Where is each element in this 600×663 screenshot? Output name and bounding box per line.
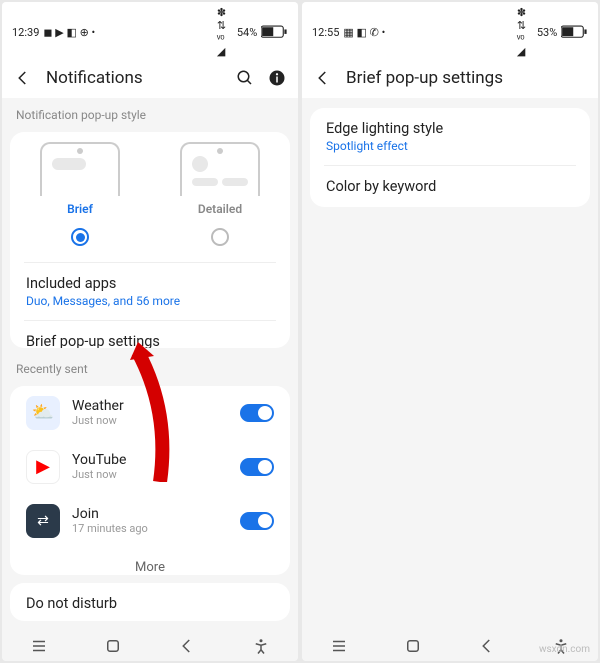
status-time: 12:55 bbox=[312, 26, 339, 39]
recent-apps-card: ⛅ Weather Just now ▶ YouTube Just now ⇄ … bbox=[10, 386, 290, 575]
status-icons-left: ◼ ▶ ◧ ⊕ • bbox=[43, 26, 95, 39]
radio-brief[interactable] bbox=[71, 228, 89, 246]
watermark: wsxdn.com bbox=[539, 644, 590, 655]
status-icons-right: ✽ ⇅ ᵛᵒ ◢ bbox=[517, 6, 533, 58]
dnd-card[interactable]: Do not disturb bbox=[10, 583, 290, 621]
app-name: Join bbox=[72, 506, 228, 522]
header: Brief pop-up settings bbox=[302, 60, 598, 98]
app-time: Just now bbox=[72, 414, 228, 427]
join-app-icon: ⇄ bbox=[26, 504, 60, 538]
included-apps-sub: Duo, Messages, and 56 more bbox=[26, 294, 274, 308]
status-bar: 12:55 ▦ ◧ ✆ • ✽ ⇅ ᵛᵒ ◢ 53% bbox=[302, 2, 598, 60]
section-label: Notification pop-up style bbox=[2, 98, 298, 128]
more-button[interactable]: More bbox=[10, 548, 290, 575]
nav-home-icon[interactable] bbox=[404, 637, 422, 655]
brief-preview-icon bbox=[40, 142, 120, 196]
battery-icon bbox=[561, 25, 588, 38]
status-icons-left: ▦ ◧ ✆ • bbox=[343, 26, 385, 39]
recent-app-youtube[interactable]: ▶ YouTube Just now bbox=[10, 440, 290, 494]
app-time: 17 minutes ago bbox=[72, 522, 228, 535]
popup-option-detailed[interactable]: Detailed bbox=[150, 142, 290, 256]
nav-bar bbox=[2, 627, 298, 661]
settings-card: Edge lighting style Spotlight effect Col… bbox=[310, 108, 590, 207]
phone-right: 12:55 ▦ ◧ ✆ • ✽ ⇅ ᵛᵒ ◢ 53% Brief pop-up … bbox=[302, 2, 598, 661]
toggle-weather[interactable] bbox=[240, 404, 274, 422]
search-icon[interactable] bbox=[236, 69, 254, 87]
status-bar: 12:39 ◼ ▶ ◧ ⊕ • ✽ ⇅ ᵛᵒ ◢ 54% bbox=[2, 2, 298, 60]
weather-app-icon: ⛅ bbox=[26, 396, 60, 430]
item-title: Edge lighting style bbox=[326, 120, 574, 137]
nav-recents-icon[interactable] bbox=[330, 637, 348, 655]
app-time: Just now bbox=[72, 468, 228, 481]
popup-style-card: Brief Detailed Included apps Duo, Messag… bbox=[10, 132, 290, 348]
header: Notifications bbox=[2, 60, 298, 98]
status-time: 12:39 bbox=[12, 26, 39, 39]
youtube-app-icon: ▶ bbox=[26, 450, 60, 484]
app-name: Weather bbox=[72, 398, 228, 414]
toggle-join[interactable] bbox=[240, 512, 274, 530]
item-sub: Spotlight effect bbox=[326, 139, 574, 153]
recent-app-join[interactable]: ⇄ Join 17 minutes ago bbox=[10, 494, 290, 548]
back-icon[interactable] bbox=[14, 69, 32, 87]
nav-accessibility-icon[interactable] bbox=[252, 637, 270, 655]
recently-sent-label: Recently sent bbox=[2, 352, 298, 382]
nav-back-icon[interactable] bbox=[178, 637, 196, 655]
back-icon[interactable] bbox=[314, 69, 332, 87]
dnd-title: Do not disturb bbox=[26, 595, 274, 612]
status-battery: 54% bbox=[237, 26, 257, 39]
page-title: Brief pop-up settings bbox=[346, 68, 586, 88]
brief-popup-settings-item[interactable]: Brief pop-up settings bbox=[10, 321, 290, 348]
nav-recents-icon[interactable] bbox=[30, 637, 48, 655]
popup-label-detailed: Detailed bbox=[198, 202, 242, 216]
nav-home-icon[interactable] bbox=[104, 637, 122, 655]
included-apps-title: Included apps bbox=[26, 275, 274, 292]
detailed-preview-icon bbox=[180, 142, 260, 196]
status-battery: 53% bbox=[537, 26, 557, 39]
edge-lighting-item[interactable]: Edge lighting style Spotlight effect bbox=[310, 108, 590, 165]
recent-app-weather[interactable]: ⛅ Weather Just now bbox=[10, 386, 290, 440]
color-by-keyword-item[interactable]: Color by keyword bbox=[310, 166, 590, 207]
popup-option-brief[interactable]: Brief bbox=[10, 142, 150, 256]
nav-back-icon[interactable] bbox=[478, 637, 496, 655]
included-apps-item[interactable]: Included apps Duo, Messages, and 56 more bbox=[10, 263, 290, 320]
item-title: Color by keyword bbox=[326, 178, 574, 195]
status-icons-right: ✽ ⇅ ᵛᵒ ◢ bbox=[217, 6, 233, 58]
info-icon[interactable] bbox=[268, 69, 286, 87]
popup-label-brief: Brief bbox=[67, 202, 93, 216]
app-name: YouTube bbox=[72, 452, 228, 468]
radio-detailed[interactable] bbox=[211, 228, 229, 246]
brief-popup-title: Brief pop-up settings bbox=[26, 333, 274, 348]
toggle-youtube[interactable] bbox=[240, 458, 274, 476]
page-title: Notifications bbox=[46, 68, 222, 88]
phone-left: 12:39 ◼ ▶ ◧ ⊕ • ✽ ⇅ ᵛᵒ ◢ 54% Notificatio… bbox=[2, 2, 298, 661]
battery-icon bbox=[261, 25, 288, 38]
